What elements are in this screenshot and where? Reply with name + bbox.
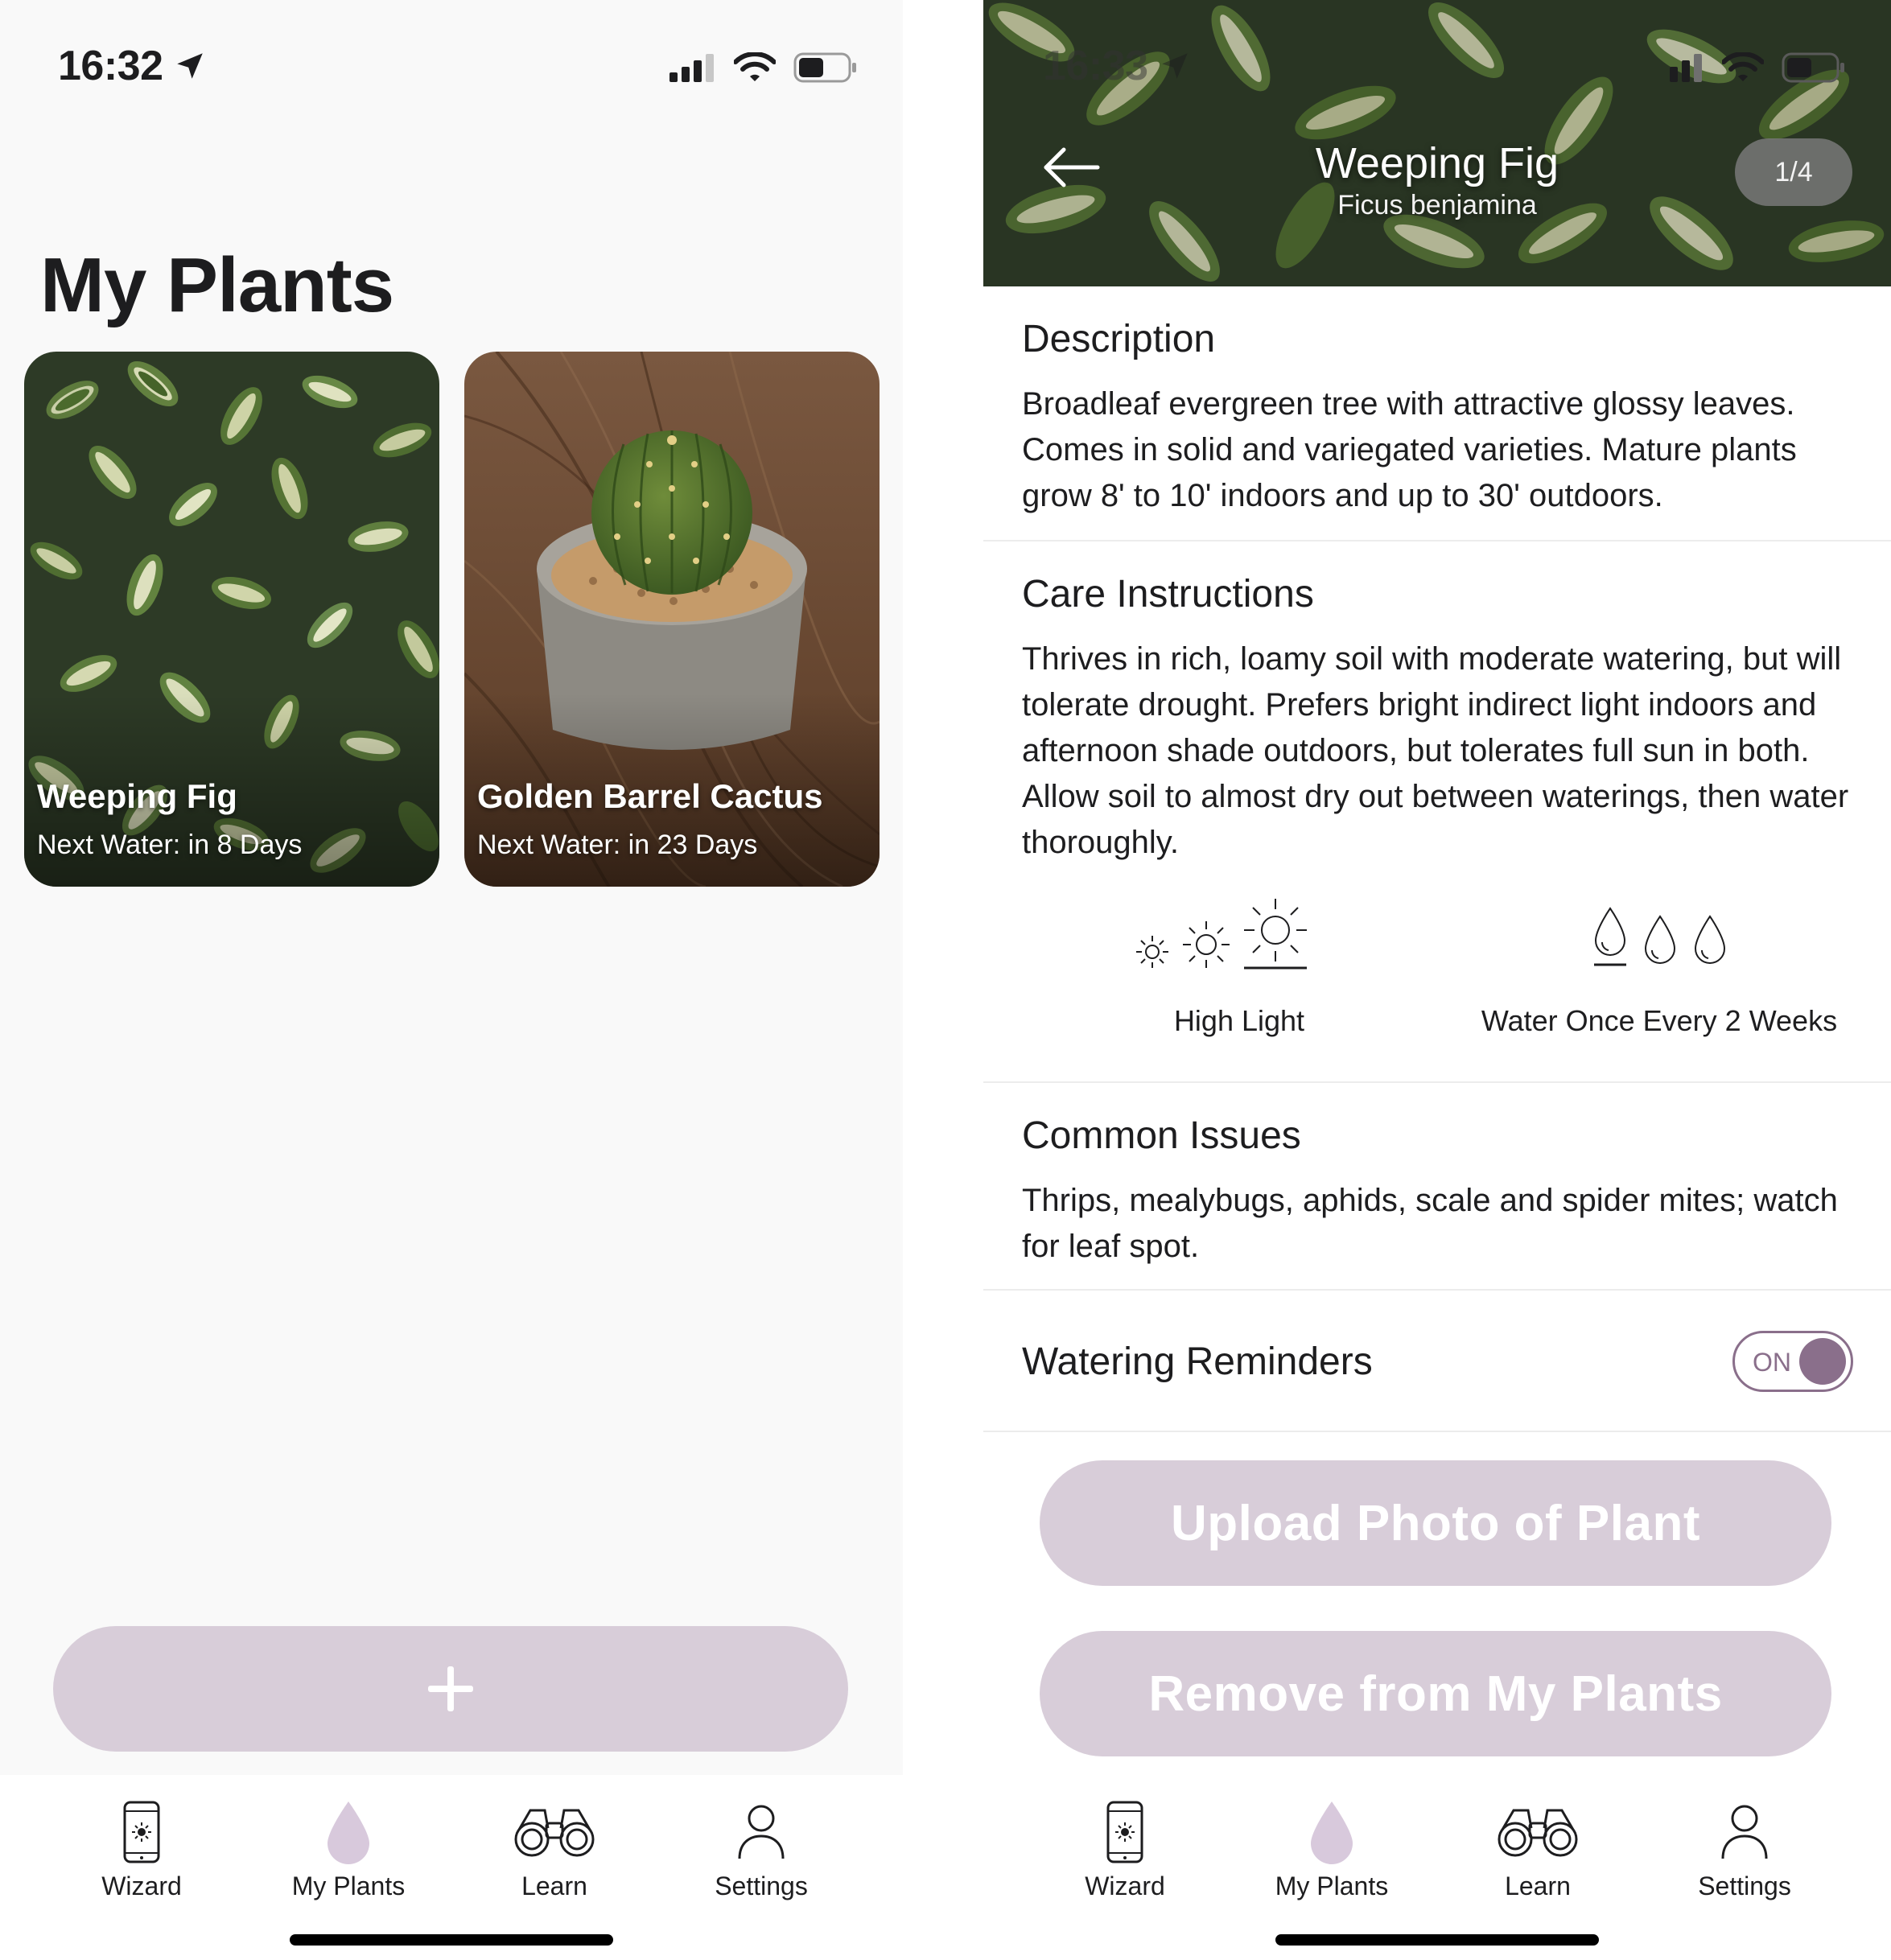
- phone-sun-icon: [123, 1801, 160, 1863]
- status-time-text: 16:33: [1043, 43, 1148, 89]
- water-drop-icon: [1311, 1801, 1353, 1864]
- status-icons: [1656, 51, 1846, 84]
- water-drop-icon: [1644, 915, 1676, 964]
- home-indicator: [290, 1934, 613, 1946]
- light-level-label: High Light: [1173, 1004, 1305, 1037]
- tab-bar: Wizard My Plants Learn Settings: [983, 1775, 1891, 1960]
- battery-icon: [1782, 52, 1844, 83]
- tab-my-plants[interactable]: My Plants: [1235, 1797, 1428, 1901]
- location-arrow-icon: [1161, 53, 1188, 79]
- description-section: Description Broadleaf evergreen tree wit…: [983, 286, 1891, 541]
- care-section: Care Instructions Thrives in rich, loamy…: [983, 541, 1891, 1083]
- tab-settings[interactable]: Settings: [1648, 1797, 1841, 1901]
- cellular-signal-icon: [1670, 54, 1702, 82]
- my-plants-screen: 16:32 My Plants Weeping Fig Next Water: …: [0, 0, 903, 1960]
- plus-icon: [428, 1666, 473, 1711]
- photo-counter[interactable]: 1/4: [1735, 138, 1852, 206]
- status-icons: [668, 51, 858, 84]
- section-heading: Description: [1022, 318, 1216, 360]
- status-bar: 16:32: [0, 0, 903, 137]
- plant-card-next-water: Next Water: in 23 Days: [477, 830, 758, 860]
- upload-photo-button[interactable]: Upload Photo of Plant: [1040, 1460, 1831, 1586]
- tab-wizard[interactable]: Wizard: [45, 1797, 238, 1901]
- plant-card-name: Weeping Fig: [37, 777, 237, 815]
- sun-medium-icon: [1183, 921, 1230, 968]
- tab-bar: Wizard My Plants Learn Settings: [0, 1775, 903, 1960]
- tab-label: Learn: [521, 1871, 587, 1900]
- plant-detail-screen: 16:33 Weeping Fig Ficus benjamina 1/4 De…: [983, 0, 1891, 1960]
- toggle-knob: [1799, 1338, 1846, 1385]
- watering-reminders-toggle[interactable]: ON: [1732, 1331, 1853, 1392]
- status-time-text: 16:32: [58, 43, 163, 89]
- toggle-state-label: ON: [1753, 1348, 1791, 1377]
- plant-card-golden-barrel-cactus[interactable]: Golden Barrel Cactus Next Water: in 23 D…: [464, 352, 880, 887]
- tab-settings[interactable]: Settings: [665, 1797, 858, 1901]
- care-text: Thrives in rich, loamy soil with moderat…: [1022, 641, 1849, 860]
- phone-sun-icon: [1106, 1801, 1143, 1863]
- home-indicator: [1275, 1934, 1599, 1946]
- battery-icon: [793, 52, 856, 83]
- tab-label: Wizard: [1085, 1871, 1165, 1900]
- tab-label: Wizard: [101, 1871, 182, 1900]
- tab-learn[interactable]: Learn: [1441, 1797, 1634, 1901]
- section-heading: Care Instructions: [1022, 573, 1314, 616]
- section-heading: Common Issues: [1022, 1114, 1301, 1157]
- water-level-indicator: [1592, 905, 1728, 966]
- tab-label: My Plants: [1275, 1871, 1389, 1900]
- plant-hero-image: 16:33 Weeping Fig Ficus benjamina 1/4: [983, 0, 1891, 286]
- binoculars-icon: [1498, 1809, 1578, 1857]
- remove-plant-button[interactable]: Remove from My Plants: [1040, 1631, 1831, 1756]
- plant-card-next-water: Next Water: in 8 Days: [37, 830, 303, 860]
- plant-card-name: Golden Barrel Cactus: [477, 777, 823, 815]
- water-drop-selected-icon: [1594, 907, 1626, 966]
- tab-my-plants[interactable]: My Plants: [252, 1797, 445, 1901]
- watering-reminders-label: Watering Reminders: [1022, 1340, 1373, 1383]
- sun-small-icon: [1136, 936, 1168, 968]
- sun-large-selected-icon: [1244, 899, 1307, 970]
- location-arrow-icon: [176, 53, 203, 79]
- add-plant-button[interactable]: +: [53, 1626, 848, 1752]
- tab-label: Learn: [1505, 1871, 1571, 1900]
- page-title: My Plants: [40, 242, 394, 328]
- person-icon: [1721, 1805, 1768, 1859]
- tab-label: Settings: [715, 1871, 808, 1900]
- water-drop-icon: [1694, 915, 1726, 964]
- wifi-icon: [1722, 52, 1764, 81]
- issues-section: Common Issues Thrips, mealybugs, aphids,…: [983, 1083, 1891, 1291]
- tab-learn[interactable]: Learn: [458, 1797, 651, 1901]
- cellular-signal-icon: [669, 54, 714, 82]
- tab-wizard[interactable]: Wizard: [1028, 1797, 1222, 1901]
- light-level-indicator: [1135, 897, 1308, 970]
- person-icon: [738, 1805, 785, 1859]
- binoculars-icon: [514, 1809, 595, 1857]
- water-frequency-label: Water Once Every 2 Weeks: [1481, 1004, 1838, 1037]
- status-time: 16:33: [1043, 42, 1192, 90]
- wifi-icon: [734, 52, 776, 81]
- status-bar: 16:33: [983, 0, 1891, 137]
- status-time: 16:32: [58, 42, 207, 90]
- water-drop-icon: [328, 1801, 369, 1864]
- plant-card-weeping-fig[interactable]: Weeping Fig Next Water: in 8 Days: [24, 352, 439, 887]
- tab-label: My Plants: [291, 1871, 406, 1900]
- description-text: Broadleaf evergreen tree with attractive…: [1022, 386, 1797, 513]
- issues-text: Thrips, mealybugs, aphids, scale and spi…: [1022, 1183, 1838, 1264]
- tab-label: Settings: [1698, 1871, 1791, 1900]
